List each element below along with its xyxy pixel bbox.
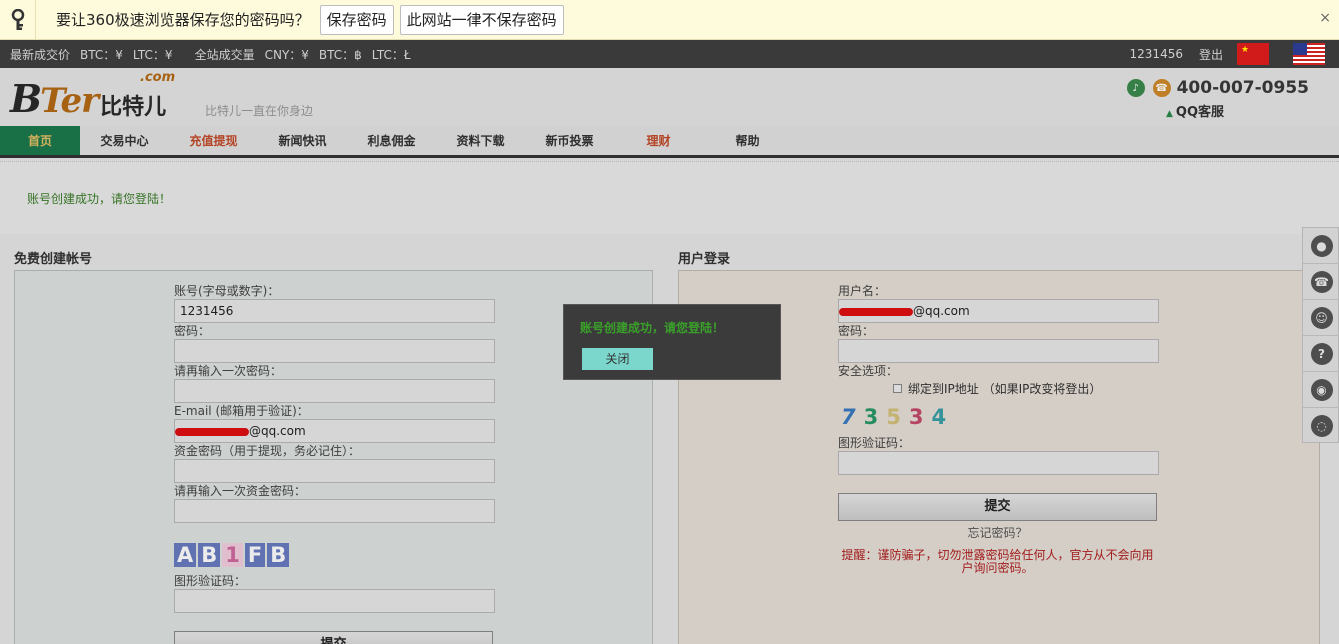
btc-volume: BTC：฿ [318, 47, 362, 62]
ticker-bar: 最新成交价 BTC：¥ LTC：¥ 全站成交量 CNY：¥ BTC：฿ LTC：… [0, 40, 1339, 68]
dialog-message: 账号创建成功，请您登陆！ [580, 321, 725, 335]
cny-volume: CNY：¥ [264, 47, 309, 62]
success-dialog: 账号创建成功，请您登陆！ 关闭 [563, 304, 781, 380]
latest-price-label: 最新成交价 [10, 47, 71, 62]
volume-label: 全站成交量 [194, 47, 255, 62]
key-icon [0, 0, 36, 40]
username[interactable]: 1231456 [1130, 47, 1183, 61]
never-save-password-button[interactable]: 此网站一律不保存密码 [399, 4, 564, 35]
save-password-button[interactable]: 保存密码 [319, 4, 394, 35]
ltc-price: LTC：¥ [132, 47, 173, 62]
ltc-volume: LTC：Ł [371, 47, 411, 62]
btc-price: BTC：¥ [80, 47, 123, 62]
close-icon[interactable]: × [1319, 10, 1331, 26]
password-save-bar: 要让360极速浏览器保存您的密码吗？ 保存密码 此网站一律不保存密码 × [0, 0, 1339, 40]
logout-link[interactable]: 登出 [1199, 46, 1223, 63]
dialog-close-button[interactable]: 关闭 [582, 348, 653, 370]
china-flag-icon[interactable] [1237, 43, 1269, 65]
password-save-message: 要让360极速浏览器保存您的密码吗？ [56, 11, 310, 29]
us-flag-icon[interactable] [1293, 43, 1325, 65]
